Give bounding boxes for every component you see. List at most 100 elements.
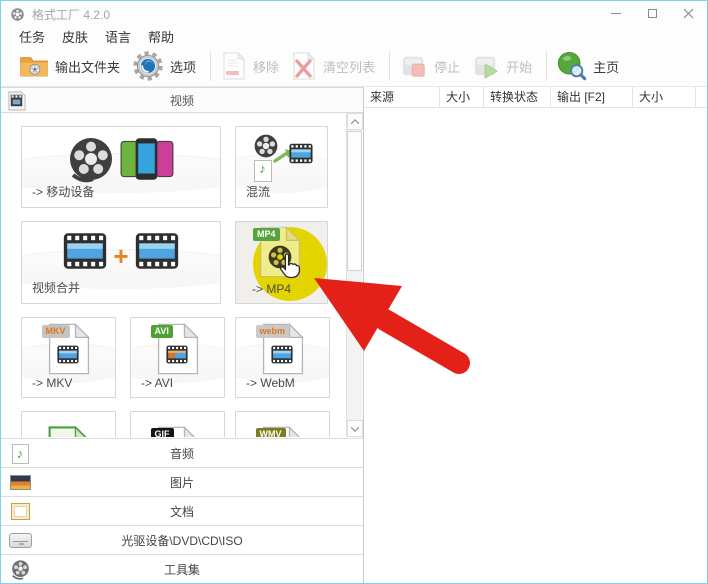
- maximize-button[interactable]: [645, 7, 659, 19]
- format-badge: GIF: [150, 428, 174, 437]
- tile-webm[interactable]: webm -> WebM: [235, 317, 330, 398]
- tile-label: -> 移动设备: [32, 185, 95, 199]
- tile-label: -> MP4: [252, 282, 292, 296]
- column-size-2[interactable]: 大小: [633, 87, 696, 107]
- category-label: 音频: [169, 446, 194, 461]
- avi-file-icon: AVI: [150, 322, 200, 375]
- chevron-up-icon: [350, 118, 360, 128]
- minimize-icon: [611, 12, 621, 14]
- tile-mp4[interactable]: MP4 -> MP4: [235, 221, 328, 304]
- tile-mobile-devices[interactable]: -> 移动设备: [21, 126, 221, 208]
- options-button[interactable]: 选项: [128, 48, 204, 84]
- clear-list-label: 清空列表: [323, 59, 376, 75]
- close-icon: [683, 8, 693, 18]
- clear-list-button[interactable]: 清空列表: [287, 50, 383, 82]
- wmv-file-icon: WMV: [255, 425, 305, 437]
- output-folder-label: 输出文件夹: [55, 59, 121, 75]
- toolset-reel-icon: [8, 558, 32, 581]
- category-item-audio[interactable]: ♪ 音频: [1, 438, 363, 467]
- green-file-icon: [48, 426, 87, 437]
- tile-label: -> WebM: [246, 376, 295, 390]
- tile-mkv[interactable]: MKV -> MKV: [21, 317, 116, 398]
- document-icon: [8, 500, 32, 523]
- tile-label: -> AVI: [141, 376, 174, 390]
- tile-label: -> MKV: [32, 376, 73, 390]
- home-label: 主页: [593, 59, 620, 75]
- column-size[interactable]: 大小: [440, 87, 484, 107]
- close-button[interactable]: [681, 7, 695, 19]
- filmstrip-icon: [288, 143, 313, 164]
- column-output[interactable]: 输出 [F2]: [551, 87, 633, 107]
- category-label: 光驱设备\DVD\CD\ISO: [121, 533, 243, 548]
- filmstrip-icon: [64, 233, 107, 269]
- stop-button[interactable]: 停止: [396, 51, 468, 81]
- main-area: 视频 -> 移动设备 ♪ 混流 + 视频合并 MP4 -> MP4 MKV ->…: [1, 87, 707, 583]
- minimize-button[interactable]: [609, 7, 623, 19]
- category-item-toolset[interactable]: 工具集: [1, 554, 363, 583]
- home-icon: [558, 51, 587, 81]
- titlebar: 格式工厂 4.2.0: [1, 1, 707, 27]
- chevron-down-icon: [350, 422, 360, 432]
- hand-cursor-icon: [279, 253, 301, 279]
- output-folder-button[interactable]: 输出文件夹: [15, 51, 128, 81]
- picture-icon: [8, 471, 32, 494]
- optical-drive-icon: [8, 529, 32, 552]
- music-note-icon: ♪: [16, 445, 24, 461]
- format-badge: MKV: [41, 325, 70, 338]
- remove-button[interactable]: 移除: [217, 50, 287, 82]
- filmstrip-icon: [135, 233, 178, 269]
- menu-item-help[interactable]: 帮助: [148, 27, 174, 46]
- start-button[interactable]: 开始: [468, 51, 540, 81]
- category-label-video: 视频: [169, 93, 194, 108]
- file-list-panel: 来源 大小 转换状态 输出 [F2] 大小: [364, 87, 707, 583]
- menu-item-task[interactable]: 任务: [19, 27, 45, 46]
- plus-icon: +: [113, 241, 129, 271]
- toolbar: 输出文件夹 选项 移除 清空列表 停止 开始 主页: [1, 46, 707, 87]
- film-slate-icon: [8, 91, 26, 111]
- tiles-scrollbar: [346, 113, 363, 437]
- remove-label: 移除: [253, 59, 280, 75]
- column-convert-state[interactable]: 转换状态: [484, 87, 551, 107]
- tile-label: 混流: [246, 185, 271, 199]
- category-label: 图片: [169, 475, 194, 490]
- scroll-up-button[interactable]: [347, 113, 363, 130]
- filmstrip-icon: [56, 345, 79, 364]
- stop-icon: [402, 56, 425, 77]
- toolbar-separator: [210, 51, 212, 81]
- scroll-thumb[interactable]: [347, 131, 362, 271]
- webm-file-icon: webm: [255, 322, 305, 375]
- menubar: 任务 皮肤 语言 帮助: [1, 27, 707, 46]
- maximize-icon: [647, 8, 657, 18]
- video-tiles-viewport: -> 移动设备 ♪ 混流 + 视频合并 MP4 -> MP4 MKV -> MK…: [1, 113, 363, 437]
- column-source[interactable]: 来源: [364, 87, 440, 107]
- tile-mux[interactable]: ♪ 混流: [235, 126, 328, 208]
- menu-item-language[interactable]: 语言: [105, 27, 131, 46]
- tile-green-format[interactable]: [21, 411, 116, 437]
- category-item-picture[interactable]: 图片: [1, 467, 363, 496]
- category-item-rom-device[interactable]: 光驱设备\DVD\CD\ISO: [1, 525, 363, 554]
- scroll-down-button[interactable]: [347, 420, 363, 437]
- home-button[interactable]: 主页: [553, 49, 627, 83]
- app-window: 格式工厂 4.2.0 任务 皮肤 语言 帮助 输出文件夹 选项 移除 清空列表 …: [0, 0, 708, 584]
- category-header-video[interactable]: 视频: [1, 87, 363, 113]
- category-label: 工具集: [163, 562, 200, 577]
- tile-avi[interactable]: AVI -> AVI: [130, 317, 225, 398]
- format-badge: webm: [255, 325, 290, 338]
- remove-icon: [223, 52, 246, 80]
- tile-gif[interactable]: GIF: [130, 411, 225, 437]
- mkv-file-icon: MKV: [41, 322, 91, 375]
- toolbar-separator: [546, 51, 548, 81]
- start-label: 开始: [506, 59, 533, 75]
- clear-list-icon: [293, 52, 316, 80]
- tile-video-merge[interactable]: + 视频合并: [21, 221, 221, 304]
- file-list-empty-area: [364, 108, 707, 582]
- menu-item-skin[interactable]: 皮肤: [62, 27, 88, 46]
- film-reel-icon: [70, 138, 112, 183]
- category-item-document[interactable]: 文档: [1, 496, 363, 525]
- options-label: 选项: [170, 59, 197, 75]
- gear-icon: [133, 51, 163, 81]
- tile-wmv[interactable]: WMV: [235, 411, 330, 437]
- folder-icon: [20, 57, 48, 77]
- category-accordion: ♪ 音频 图片 文档 光驱设备\DVD\CD\ISO 工具集: [1, 438, 363, 583]
- filmstrip-icon: [165, 345, 188, 364]
